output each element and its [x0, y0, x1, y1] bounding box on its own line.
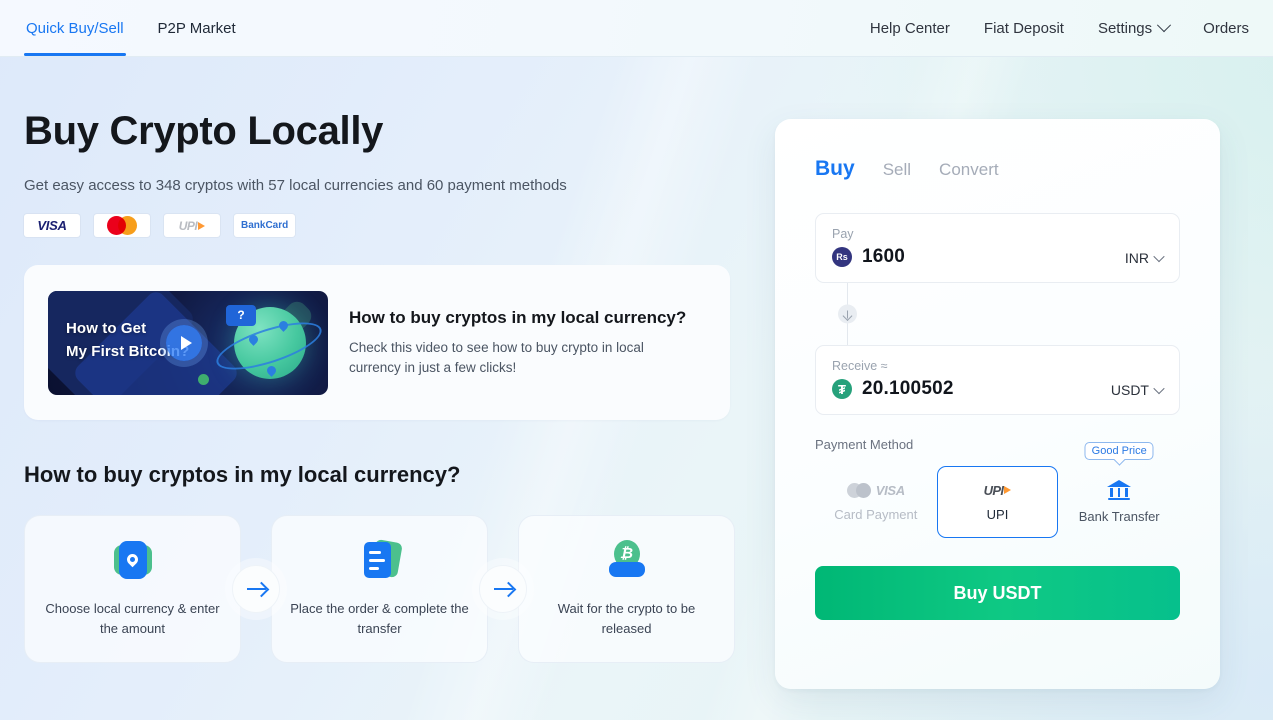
usdt-coin-icon: ₮	[832, 379, 852, 399]
receive-currency-label: USDT	[1110, 382, 1149, 398]
visa-logo-text: VISA	[37, 218, 67, 233]
receive-amount-input[interactable]: 20.100502	[862, 378, 954, 400]
pay-amount-input[interactable]: 1600	[862, 246, 905, 268]
swap-direction-button[interactable]	[838, 304, 857, 324]
steps-section-title: How to buy cryptos in my local currency?	[24, 462, 461, 487]
hero-subtitle: Get easy access to 348 cryptos with 57 l…	[24, 177, 567, 194]
pay-currency-label: INR	[1124, 250, 1149, 266]
payment-logo-row: VISA UPI BankCard	[24, 214, 750, 237]
payment-option-bank-transfer-label: Bank Transfer	[1078, 509, 1160, 524]
swap-connector	[838, 283, 1180, 345]
tab-buy[interactable]: Buy	[815, 157, 855, 181]
upi-logo: UPI	[164, 214, 220, 237]
tab-sell-label: Sell	[882, 160, 912, 179]
nav-primary-tabs: Quick Buy/Sell P2P Market	[24, 0, 238, 56]
chevron-down-icon	[1153, 382, 1165, 395]
step-arrow-1	[225, 565, 287, 613]
step-card-3: ₿ Wait for the crypto to be released	[518, 515, 735, 663]
nav-link-help-center[interactable]: Help Center	[870, 20, 950, 37]
chevron-down-icon	[1153, 250, 1165, 263]
mastercard-icon	[107, 216, 137, 235]
nav-link-settings-label: Settings	[1097, 19, 1153, 37]
step-label-3: Wait for the crypto to be released	[557, 600, 696, 636]
receive-label: Receive ≈	[832, 359, 888, 373]
tab-convert[interactable]: Convert	[939, 160, 999, 180]
nav-link-orders-label: Orders	[1203, 19, 1249, 37]
step-card-1: Choose local currency & enter the amount	[24, 515, 241, 663]
payment-method-options: VISA Card Payment UPI UPI Good Price Ban…	[815, 442, 1180, 538]
nav-tab-p2p-market-label: P2P Market	[157, 19, 236, 37]
payment-option-upi-label: UPI	[986, 506, 1009, 522]
visa-logo: VISA	[24, 214, 80, 237]
video-description: Check this video to see how to buy crypt…	[349, 339, 644, 375]
step-arrow-2	[472, 565, 534, 613]
nav-link-fiat-deposit[interactable]: Fiat Deposit	[984, 20, 1064, 37]
video-heading: How to buy cryptos in my local currency?	[349, 307, 687, 327]
bankcard-logo-text: BankCard	[241, 220, 289, 231]
upi-flag-icon	[198, 221, 206, 230]
nav-link-help-center-label: Help Center	[869, 19, 950, 37]
question-bubble-icon: ?	[226, 304, 256, 326]
location-card-icon	[112, 539, 154, 581]
pay-currency-select[interactable]: INR	[1124, 250, 1165, 268]
upi-icon: UPI	[984, 483, 1012, 498]
receive-field-wrap: Receive ≈ ₮ 20.100502 USDT	[815, 345, 1180, 415]
pay-field[interactable]: Pay Rs 1600 INR	[815, 213, 1180, 283]
visa-grey-icon: VISA	[846, 482, 905, 498]
tab-convert-label: Convert	[939, 160, 999, 179]
nav-tab-quick-buy-sell[interactable]: Quick Buy/Sell	[24, 0, 126, 56]
payment-option-upi[interactable]: UPI UPI	[936, 466, 1059, 538]
buy-usdt-button[interactable]: Buy USDT	[815, 566, 1180, 620]
inr-coin-icon: Rs	[832, 247, 852, 267]
step-label-2: Place the order & complete the transfer	[290, 600, 469, 636]
nav-link-settings[interactable]: Settings	[1097, 18, 1172, 37]
arrow-right-icon	[246, 588, 266, 590]
step-card-2: Place the order & complete the transfer	[271, 515, 488, 663]
pay-field-wrap: Pay Rs 1600 INR	[815, 213, 1180, 283]
video-thumbnail[interactable]: ? How to Get My First Bitcoin?	[48, 290, 328, 395]
bank-icon	[1107, 480, 1132, 500]
nav-link-orders[interactable]: Orders	[1203, 20, 1249, 37]
trade-panel: Buy Sell Convert Pay Rs 1600 INR Receive…	[775, 119, 1220, 689]
page-title: Buy Crypto Locally	[24, 109, 384, 153]
pay-label: Pay	[832, 227, 854, 241]
nav-secondary-links: Help Center Fiat Deposit Settings Orders	[870, 0, 1249, 56]
top-navigation: Quick Buy/Sell P2P Market Help Center Fi…	[0, 0, 1273, 57]
receive-field[interactable]: Receive ≈ ₮ 20.100502 USDT	[815, 345, 1180, 415]
chevron-down-icon	[1157, 18, 1172, 33]
bitcoin-release-icon: ₿	[606, 539, 648, 581]
status-badge: Good Price	[1084, 442, 1154, 460]
receive-currency-select[interactable]: USDT	[1110, 382, 1165, 400]
step-label-1: Choose local currency & enter the amount	[45, 600, 220, 636]
good-price-badge-wrap: Good Price	[1084, 441, 1154, 460]
play-icon[interactable]	[166, 324, 202, 361]
video-promo-card: ? How to Get My First Bitcoin? How to bu…	[24, 265, 730, 420]
document-icon	[359, 538, 403, 581]
upi-logo-text: UPI	[178, 218, 198, 233]
payment-option-card-payment-label: Card Payment	[834, 506, 918, 522]
bankcard-logo: BankCard	[234, 214, 296, 237]
page-content: Buy Crypto Locally Get easy access to 34…	[0, 57, 1273, 689]
tab-sell[interactable]: Sell	[883, 160, 911, 180]
mastercard-logo	[94, 214, 150, 237]
trade-tabs: Buy Sell Convert	[815, 157, 1180, 181]
nav-link-fiat-deposit-label: Fiat Deposit	[983, 19, 1064, 37]
nav-tab-p2p-market[interactable]: P2P Market	[156, 0, 238, 56]
left-column: Buy Crypto Locally Get easy access to 34…	[24, 57, 750, 689]
right-column: Buy Sell Convert Pay Rs 1600 INR Receive…	[775, 57, 1220, 689]
video-text-block: How to buy cryptos in my local currency?…	[349, 308, 686, 377]
nav-tab-quick-buy-sell-label: Quick Buy/Sell	[26, 19, 124, 37]
payment-option-bank-transfer[interactable]: Good Price Bank Transfer	[1058, 442, 1180, 538]
arrow-right-icon	[493, 588, 513, 590]
tab-buy-label: Buy	[815, 157, 855, 180]
payment-option-card-payment[interactable]: VISA Card Payment	[815, 466, 937, 538]
steps-list: Choose local currency & enter the amount…	[24, 515, 750, 663]
